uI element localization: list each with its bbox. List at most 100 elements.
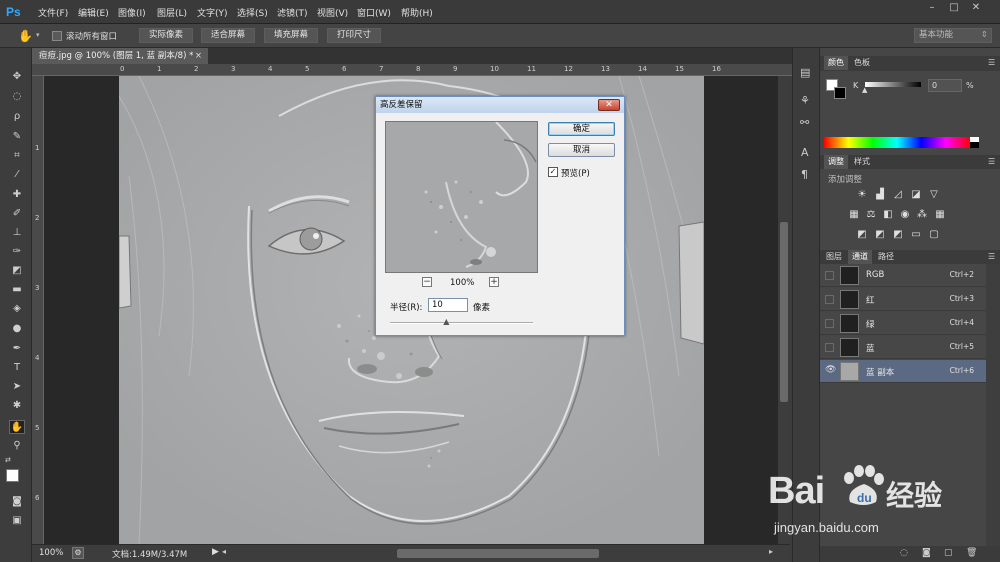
zoom-level[interactable]: 100%: [39, 548, 63, 558]
posterize-icon[interactable]: ◩: [874, 230, 886, 240]
history-panel-icon[interactable]: ▤: [800, 66, 810, 79]
channel-mixer-icon[interactable]: ⁂: [916, 210, 928, 220]
healing-brush-tool-icon[interactable]: ✚: [9, 188, 25, 202]
color-balance-icon[interactable]: ⚖: [865, 210, 877, 220]
character-panel-icon[interactable]: A: [801, 146, 809, 159]
channel-row-blue-copy[interactable]: 👁 蓝 副本 Ctrl+6: [820, 360, 986, 383]
paragraph-panel-icon[interactable]: ¶: [801, 168, 808, 181]
marquee-tool-icon[interactable]: ◌: [9, 90, 25, 104]
channels-menu-icon[interactable]: ☰: [988, 252, 995, 261]
dialog-title[interactable]: 高反差保留: [376, 97, 624, 113]
color-spectrum-bar[interactable]: [824, 137, 970, 148]
new-channel-icon[interactable]: ▢: [944, 548, 953, 558]
quick-select-tool-icon[interactable]: ✎: [9, 130, 25, 144]
black-white-icon[interactable]: ◧: [882, 210, 894, 220]
pen-tool-icon[interactable]: ✒: [9, 342, 25, 356]
preview-checkbox[interactable]: ✓: [548, 167, 558, 177]
color-lookup-icon[interactable]: ▦: [934, 210, 946, 220]
move-tool-icon[interactable]: ✥: [9, 70, 25, 84]
fit-screen-button[interactable]: 适合屏幕: [201, 28, 255, 43]
dialog-close-button[interactable]: ✕: [598, 99, 620, 111]
color-background-swatch[interactable]: [834, 87, 846, 99]
tab-layers[interactable]: 图层: [822, 250, 846, 264]
eyedropper-tool-icon[interactable]: ⁄: [9, 168, 25, 182]
cancel-button[interactable]: 取消: [548, 143, 615, 157]
blur-tool-icon[interactable]: ◈: [9, 302, 25, 316]
delete-channel-icon[interactable]: 🗑: [966, 548, 977, 558]
tab-adjustments[interactable]: 调整: [824, 155, 848, 169]
channel-row-red[interactable]: 红 Ctrl+3: [820, 288, 986, 311]
tab-styles[interactable]: 样式: [850, 155, 874, 169]
swap-colors-icon[interactable]: ⇄: [5, 456, 11, 464]
color-panel-menu-icon[interactable]: ☰: [988, 58, 995, 67]
eraser-tool-icon[interactable]: ◩: [9, 264, 25, 278]
brightness-contrast-icon[interactable]: ☀: [856, 190, 868, 200]
quick-mask-icon[interactable]: ◙: [9, 495, 25, 509]
menu-layer[interactable]: 图层(L): [157, 6, 187, 19]
zoom-in-button[interactable]: +: [489, 277, 499, 287]
invert-icon[interactable]: ◩: [856, 230, 868, 240]
tab-color[interactable]: 颜色: [824, 56, 848, 70]
screen-mode-icon[interactable]: ▣: [9, 514, 25, 528]
workspace-select[interactable]: 基本功能 ⇕: [914, 28, 992, 43]
scroll-all-checkbox[interactable]: [52, 31, 62, 41]
photo-filter-icon[interactable]: ◉: [899, 210, 911, 220]
close-window-button[interactable]: ✕: [966, 1, 986, 15]
k-slider-thumb-icon[interactable]: ▲: [862, 86, 867, 94]
tab-channels[interactable]: 通道: [848, 250, 872, 264]
levels-icon[interactable]: ▟: [874, 190, 886, 200]
scroll-right-arrow-icon[interactable]: ▸: [769, 547, 773, 556]
menu-window[interactable]: 窗口(W): [357, 6, 391, 19]
menu-help[interactable]: 帮助(H): [401, 6, 433, 19]
history-brush-tool-icon[interactable]: ✑: [9, 245, 25, 259]
visibility-toggle[interactable]: [825, 271, 834, 280]
print-size-button[interactable]: 打印尺寸: [327, 28, 381, 43]
actual-pixels-button[interactable]: 实际像素: [139, 28, 193, 43]
spectrum-black[interactable]: [970, 142, 979, 148]
horizontal-scroll-thumb[interactable]: [397, 549, 599, 558]
shape-tool-icon[interactable]: ✱: [9, 399, 25, 413]
radius-slider-thumb-icon[interactable]: ▲: [443, 317, 449, 326]
menu-view[interactable]: 视图(V): [317, 6, 348, 19]
filter-preview[interactable]: [385, 121, 538, 273]
share-icon[interactable]: ⚙: [72, 547, 84, 559]
selective-color-icon[interactable]: ▢: [928, 230, 940, 240]
lasso-tool-icon[interactable]: ρ: [9, 110, 25, 124]
menu-filter[interactable]: 滤镜(T): [277, 6, 308, 19]
menu-image[interactable]: 图像(I): [118, 6, 146, 19]
k-slider-track[interactable]: [865, 82, 921, 87]
threshold-icon[interactable]: ◩: [892, 230, 904, 240]
document-tab[interactable]: 痘痘.jpg @ 100% (图层 1, 蓝 副本/8) * ×: [32, 48, 208, 64]
crop-tool-icon[interactable]: ⌗: [9, 149, 25, 163]
curves-icon[interactable]: ◿: [892, 190, 904, 200]
radius-slider-track[interactable]: [390, 322, 533, 324]
ok-button[interactable]: 确定: [548, 122, 615, 136]
save-selection-icon[interactable]: ◙: [922, 548, 931, 558]
menu-edit[interactable]: 编辑(E): [78, 6, 109, 19]
menu-file[interactable]: 文件(F): [38, 6, 68, 19]
brush-tool-icon[interactable]: ✐: [9, 207, 25, 221]
zoom-out-button[interactable]: −: [422, 277, 432, 287]
hand-tool-selected-icon[interactable]: ✋: [9, 420, 25, 434]
zoom-tool-icon[interactable]: ⚲: [9, 439, 25, 453]
k-value-field[interactable]: 0: [928, 79, 962, 92]
vertical-scroll-thumb[interactable]: [780, 222, 788, 402]
hue-saturation-icon[interactable]: ▦: [848, 210, 860, 220]
foreground-color-swatch[interactable]: [6, 469, 19, 482]
load-selection-icon[interactable]: ◌: [900, 548, 908, 558]
visibility-toggle[interactable]: [825, 319, 834, 328]
stamp-tool-icon[interactable]: ⊥: [9, 226, 25, 240]
radius-input[interactable]: 10: [428, 298, 468, 312]
tab-paths[interactable]: 路径: [874, 250, 898, 264]
adjustments-menu-icon[interactable]: ☰: [988, 157, 995, 166]
menu-type[interactable]: 文字(Y): [197, 6, 228, 19]
visibility-toggle[interactable]: [825, 295, 834, 304]
path-select-tool-icon[interactable]: ➤: [9, 380, 25, 394]
eye-icon[interactable]: 👁: [825, 366, 836, 376]
menu-select[interactable]: 选择(S): [237, 6, 268, 19]
gradient-tool-icon[interactable]: ▬: [9, 283, 25, 297]
minimize-button[interactable]: –: [922, 1, 942, 15]
scroll-left-arrow-icon[interactable]: ◂: [222, 547, 226, 556]
fill-screen-button[interactable]: 填充屏幕: [264, 28, 318, 43]
visibility-toggle[interactable]: [825, 343, 834, 352]
